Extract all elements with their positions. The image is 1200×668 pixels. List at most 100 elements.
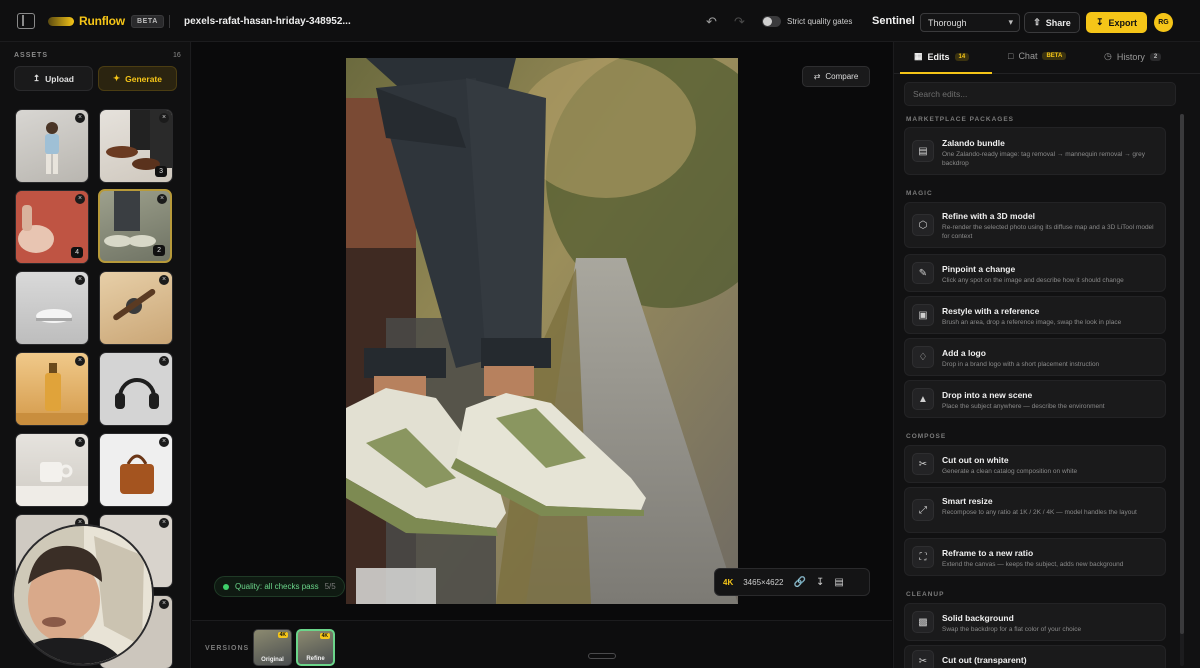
asset-thumbnail[interactable]: × — [15, 352, 89, 426]
sneakers-on-wall-photo — [346, 58, 738, 604]
quality-status-badge[interactable]: Quality: all checks pass 5/5 — [214, 576, 345, 597]
remove-icon[interactable]: × — [75, 275, 85, 285]
variant-count: 4 — [71, 247, 83, 258]
export-button[interactable]: ↧ Export — [1086, 12, 1147, 33]
remove-icon[interactable]: × — [159, 437, 169, 447]
edit-card-solid-background[interactable]: ▩ Solid background Swap the backdrop for… — [904, 603, 1166, 641]
scissors-icon: ✂ — [912, 453, 934, 475]
remove-icon[interactable]: × — [159, 599, 169, 609]
remove-icon[interactable]: × — [159, 275, 169, 285]
card-description: Generate a clean catalog composition on … — [942, 468, 1078, 475]
asset-thumbnail[interactable]: × — [99, 352, 173, 426]
link-icon[interactable]: 🔗 — [794, 577, 806, 588]
card-title: Cut out on white — [942, 455, 1009, 465]
edit-card-smart-resize[interactable]: ⤢ Smart resize Recompose to any ratio at… — [904, 487, 1166, 533]
edit-card-scene[interactable]: ▲ Drop into a new scene Place the subjec… — [904, 380, 1166, 418]
panel-tabs: ▦ Edits 14 □ Chat BETA ◷ History 2 — [894, 42, 1200, 74]
card-title: Solid background — [942, 613, 1014, 623]
edit-card-logo[interactable]: ♢ Add a logo Drop in a brand logo with a… — [904, 338, 1166, 376]
remove-icon[interactable]: × — [75, 194, 85, 204]
edit-card-zalando[interactable]: ▤ Zalando bundle One Zalando-ready image… — [904, 127, 1166, 175]
compare-button[interactable]: ⇄ Compare — [802, 66, 870, 87]
card-title: Add a logo — [942, 348, 986, 358]
search-edits-input[interactable]: Search edits... — [904, 82, 1176, 106]
history-icon: ◷ — [1104, 51, 1112, 61]
generate-button[interactable]: ✦ Generate — [98, 66, 177, 91]
card-description: Recompose to any ratio at 1K / 2K / 4K —… — [942, 509, 1137, 516]
remove-icon[interactable]: × — [159, 518, 169, 528]
image-canvas[interactable]: ⇄ Compare Quality: all checks pass 5/5 4… — [192, 42, 892, 620]
download-icon[interactable]: ↧ — [816, 577, 824, 588]
variant-count: 3 — [155, 166, 167, 177]
tab-badge: 14 — [954, 52, 970, 61]
edit-card-pinpoint[interactable]: ✎ Pinpoint a change Click any spot on th… — [904, 254, 1166, 292]
remove-icon[interactable]: × — [75, 356, 85, 366]
version-label: Refine — [306, 656, 325, 662]
remove-icon[interactable]: × — [157, 194, 167, 204]
redo-icon[interactable]: ↷ — [734, 14, 745, 30]
divider — [169, 15, 170, 28]
edit-card-cut-out-white[interactable]: ✂ Cut out on white Generate a clean cata… — [904, 445, 1166, 483]
generate-label: Generate — [125, 73, 162, 84]
avatar[interactable]: RG — [1154, 13, 1173, 32]
assets-title: ASSETS — [14, 52, 49, 59]
file-name[interactable]: pexels-rafat-hasan-hriday-348952... — [184, 16, 351, 27]
resolution-badge: 4K — [723, 577, 734, 587]
edit-card-restyle[interactable]: ▣ Restyle with a reference Brush an area… — [904, 296, 1166, 334]
card-description: One Zalando-ready image: tag removal → m… — [942, 151, 1146, 167]
mountain-icon: ▲ — [912, 388, 934, 410]
tab-label: Edits — [927, 51, 950, 62]
logo-mark-icon — [48, 17, 74, 26]
card-description: Place the subject anywhere — describe th… — [942, 403, 1105, 410]
sentinel-mode-select[interactable]: Thorough ▾ — [920, 13, 1020, 32]
remove-icon[interactable]: × — [159, 356, 169, 366]
asset-thumbnail[interactable]: × — [15, 433, 89, 507]
grid-icon: ▦ — [914, 51, 923, 61]
card-title: Cut out (transparent) — [942, 655, 1027, 665]
asset-thumbnail[interactable]: × — [15, 109, 89, 183]
section-magic: MAGIC — [906, 190, 933, 197]
upload-button[interactable]: ↥ Upload — [14, 66, 93, 91]
edit-card-refine-3d[interactable]: ⬡ Refine with a 3D model Re-render the s… — [904, 202, 1166, 248]
panel-scrollbar[interactable] — [1180, 114, 1184, 666]
asset-thumbnail[interactable]: × 3 — [99, 109, 173, 183]
tab-chat[interactable]: □ Chat BETA — [1008, 51, 1067, 61]
drag-handle[interactable] — [588, 653, 616, 659]
asset-thumbnail-selected[interactable]: × 2 — [98, 189, 172, 263]
edit-card-reframe[interactable]: ⛶ Reframe to a new ratio Extend the canv… — [904, 538, 1166, 576]
card-title: Drop into a new scene — [942, 390, 1033, 400]
file-icon[interactable]: ▤ — [834, 577, 843, 588]
upload-label: Upload — [45, 73, 74, 84]
share-icon: ⇧ — [1033, 17, 1041, 27]
card-title: Pinpoint a change — [942, 264, 1016, 274]
remove-icon[interactable]: × — [159, 113, 169, 123]
active-tab-indicator — [900, 72, 992, 74]
webcam-video — [14, 526, 152, 664]
version-thumbnail[interactable]: 4K Original — [253, 629, 292, 666]
edits-panel: ▦ Edits 14 □ Chat BETA ◷ History 2 Searc… — [893, 42, 1200, 668]
asset-thumbnail[interactable]: × — [99, 271, 173, 345]
status-dot-icon — [223, 583, 229, 590]
share-button[interactable]: ⇧ Share — [1024, 12, 1080, 33]
edit-card-cut-out-transparent[interactable]: ✂ Cut out (transparent) — [904, 645, 1166, 668]
version-thumbnail-active[interactable]: 4K Refine — [296, 629, 335, 666]
card-description: Brush an area, drop a reference image, s… — [942, 319, 1122, 326]
tab-history[interactable]: ◷ History 2 — [1104, 51, 1162, 62]
image-dimensions: 3465×4622 — [743, 577, 784, 587]
upload-icon: ↥ — [33, 73, 41, 83]
section-cleanup: CLEANUP — [906, 591, 945, 598]
tab-edits[interactable]: ▦ Edits 14 — [914, 51, 970, 62]
sidebar-toggle-icon[interactable] — [17, 13, 35, 29]
export-label: Export — [1108, 17, 1138, 28]
main-image[interactable] — [346, 58, 738, 604]
remove-icon[interactable]: × — [75, 113, 85, 123]
asset-thumbnail[interactable]: × — [99, 433, 173, 507]
asset-thumbnail[interactable]: × 4 — [15, 190, 89, 264]
sentinel-label: Sentinel — [872, 15, 915, 27]
fill-icon: ▩ — [912, 611, 934, 633]
remove-icon[interactable]: × — [75, 437, 85, 447]
strict-quality-toggle[interactable] — [762, 16, 781, 27]
asset-thumbnail[interactable]: × — [15, 271, 89, 345]
undo-icon[interactable]: ↶ — [706, 14, 717, 30]
quality-status-text: Quality: all checks pass — [235, 582, 319, 591]
